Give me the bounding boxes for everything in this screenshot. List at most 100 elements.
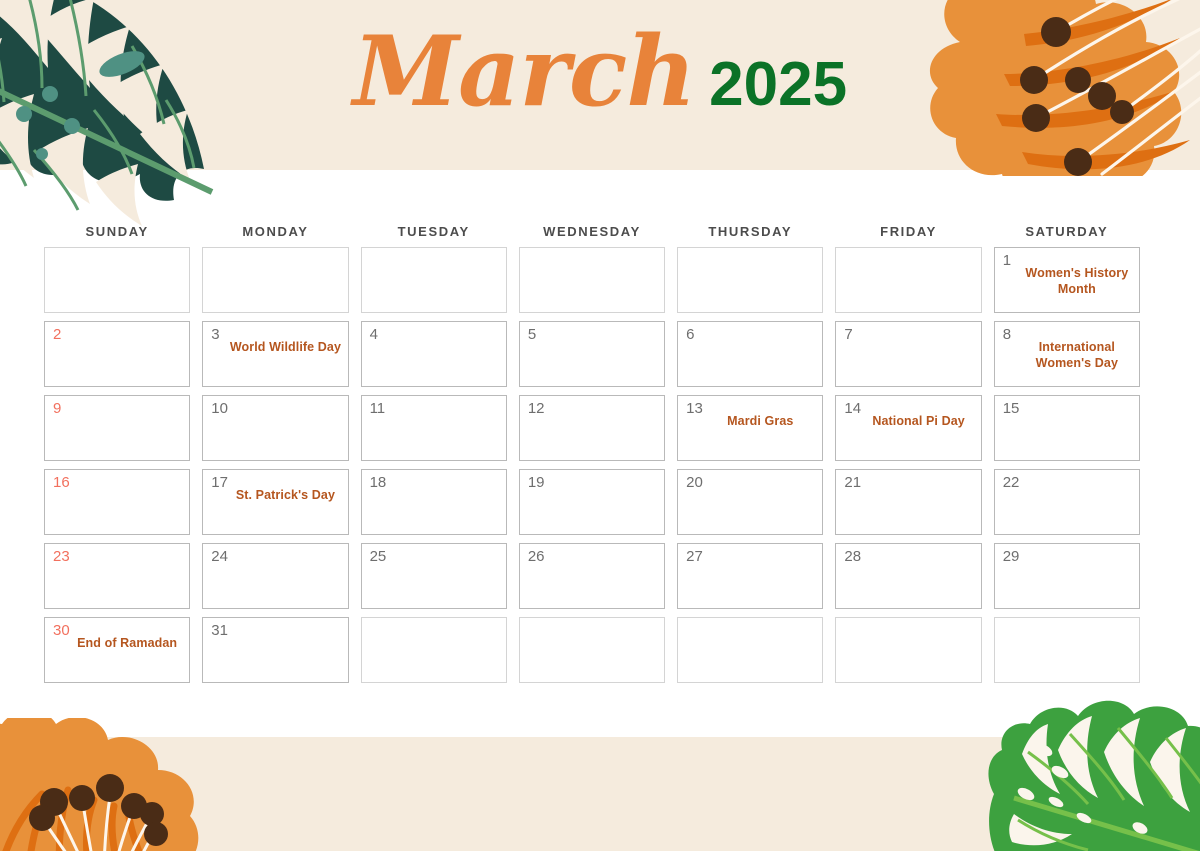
- day-number: 23: [53, 548, 70, 565]
- day-number: 29: [1002, 548, 1020, 565]
- calendar-page: March 2025 SUNDAY MONDAY TUESDAY WEDNESDAY TH…: [0, 0, 1200, 851]
- day-number: 27: [686, 548, 703, 565]
- event-label: World Wildlife Day: [229, 340, 342, 354]
- day-number: 13: [686, 400, 703, 417]
- day-number: 24: [211, 548, 228, 565]
- week-row: 9 10 11 12 13 Mardi Gras 14 National Pi Day 15: [44, 395, 1140, 461]
- event-label: International Women's Day: [1035, 340, 1119, 370]
- event-label: Women's History Month: [1025, 266, 1129, 296]
- day-cell[interactable]: 27: [677, 543, 824, 609]
- weeks-container: 1 Women's History Month 2 3 World Wildlife D…: [44, 247, 1140, 683]
- day-cell[interactable]: 16: [44, 469, 191, 535]
- event-label: End of Ramadan: [77, 636, 178, 650]
- day-number: 3: [211, 326, 220, 343]
- day-cell[interactable]: 4: [360, 321, 507, 387]
- day-cell[interactable]: 22: [993, 469, 1140, 535]
- day-cell-empty[interactable]: [360, 617, 507, 683]
- weekday-header-thursday: THURSDAY: [708, 224, 793, 239]
- day-cell[interactable]: 7: [835, 321, 982, 387]
- day-number: 14: [844, 400, 862, 417]
- day-cell[interactable]: 20: [677, 469, 824, 535]
- day-cell-empty[interactable]: [44, 247, 191, 313]
- day-cell[interactable]: 1 Women's History Month: [993, 247, 1140, 313]
- day-number: 12: [527, 400, 545, 417]
- day-number: 25: [369, 548, 387, 565]
- day-number: 11: [369, 400, 386, 417]
- year-title: 2025: [709, 50, 848, 119]
- weekday-header-sunday: SUNDAY: [85, 224, 149, 239]
- day-cell[interactable]: 8 International Women's Day: [993, 321, 1140, 387]
- day-cell[interactable]: 10: [202, 395, 349, 461]
- day-cell[interactable]: 30 End of Ramadan: [44, 617, 191, 683]
- day-number: 8: [1002, 326, 1012, 343]
- day-cell[interactable]: 31: [202, 617, 349, 683]
- event-label: St. Patrick's Day: [235, 488, 335, 502]
- day-number: 30: [53, 622, 70, 639]
- day-cell[interactable]: 25: [360, 543, 507, 609]
- day-number: 1: [1002, 252, 1012, 269]
- week-row: 2 3 World Wildlife Day 4 5 6 7 8 International W…: [44, 321, 1140, 387]
- day-number: 21: [844, 474, 862, 491]
- day-number: 17: [211, 474, 228, 491]
- day-cell[interactable]: 24: [202, 543, 349, 609]
- day-cell-empty[interactable]: [835, 617, 982, 683]
- day-cell-empty[interactable]: [677, 617, 824, 683]
- day-cell[interactable]: 6: [677, 321, 824, 387]
- day-number: 16: [53, 474, 70, 491]
- day-cell-empty[interactable]: [993, 617, 1140, 683]
- day-number: 2: [53, 326, 62, 343]
- weekday-header-row: SUNDAY MONDAY TUESDAY WEDNESDAY THURSDAY FRID…: [44, 224, 1140, 239]
- event-label: Mardi Gras: [727, 414, 794, 428]
- day-cell[interactable]: 23: [44, 543, 191, 609]
- day-cell[interactable]: 14 National Pi Day: [835, 395, 982, 461]
- day-number: 31: [211, 622, 228, 639]
- day-number: 19: [527, 474, 545, 491]
- day-number: 4: [369, 326, 378, 343]
- bottom-cream-band: [0, 737, 1200, 851]
- day-number: 9: [53, 400, 62, 417]
- weekday-header-saturday: SATURDAY: [1025, 224, 1109, 239]
- day-number: 15: [1002, 400, 1020, 417]
- day-cell[interactable]: 19: [518, 469, 666, 535]
- day-cell[interactable]: 29: [993, 543, 1140, 609]
- month-title: March: [352, 15, 696, 128]
- day-cell[interactable]: 2: [44, 321, 191, 387]
- weekday-header-monday: MONDAY: [242, 224, 309, 239]
- day-cell[interactable]: 21: [835, 469, 982, 535]
- day-cell-empty[interactable]: [202, 247, 349, 313]
- day-cell-empty[interactable]: [518, 617, 666, 683]
- week-row: 30 End of Ramadan 31: [44, 617, 1140, 683]
- day-cell-empty[interactable]: [677, 247, 824, 313]
- day-number: 7: [844, 326, 853, 343]
- day-number: 26: [527, 548, 545, 565]
- day-cell[interactable]: 11: [360, 395, 507, 461]
- day-cell[interactable]: 12: [518, 395, 666, 461]
- weekday-header-friday: FRIDAY: [880, 224, 937, 239]
- week-row: 1 Women's History Month: [44, 247, 1140, 313]
- day-cell[interactable]: 15: [993, 395, 1140, 461]
- day-cell[interactable]: 3 World Wildlife Day: [202, 321, 349, 387]
- day-number: 22: [1002, 474, 1020, 491]
- day-cell[interactable]: 28: [835, 543, 982, 609]
- weekday-header-tuesday: TUESDAY: [397, 224, 470, 239]
- day-cell[interactable]: 5: [518, 321, 666, 387]
- day-cell[interactable]: 13 Mardi Gras: [677, 395, 824, 461]
- day-cell-empty[interactable]: [360, 247, 507, 313]
- calendar-header: March 2025: [0, 24, 1200, 120]
- weekday-header-wednesday: WEDNESDAY: [543, 224, 641, 239]
- day-number: 6: [686, 326, 695, 343]
- calendar-grid: SUNDAY MONDAY TUESDAY WEDNESDAY THURSDAY FRID…: [44, 224, 1140, 691]
- day-cell[interactable]: 17 St. Patrick's Day: [202, 469, 349, 535]
- week-row: 16 17 St. Patrick's Day 18 19 20 21 22: [44, 469, 1140, 535]
- day-cell[interactable]: 18: [360, 469, 507, 535]
- day-number: 10: [211, 400, 228, 417]
- day-cell[interactable]: 26: [518, 543, 666, 609]
- event-label: National Pi Day: [872, 414, 965, 428]
- day-number: 20: [686, 474, 703, 491]
- day-cell[interactable]: 9: [44, 395, 191, 461]
- day-cell-empty[interactable]: [518, 247, 666, 313]
- day-number: 18: [369, 474, 387, 491]
- day-number: 5: [527, 326, 537, 343]
- day-cell-empty[interactable]: [835, 247, 982, 313]
- day-number: 28: [844, 548, 862, 565]
